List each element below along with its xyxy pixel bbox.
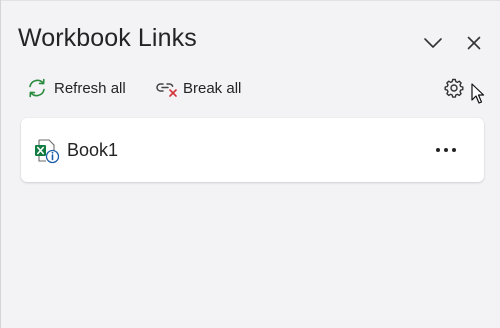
settings-button[interactable] <box>440 74 468 102</box>
workbook-link-card[interactable]: Book1 <box>21 118 484 182</box>
more-options-button[interactable] <box>429 136 463 164</box>
gear-icon <box>443 77 465 99</box>
workbook-link-name: Book1 <box>67 140 119 160</box>
break-link-icon <box>155 78 179 98</box>
refresh-icon <box>26 77 48 99</box>
pane-left-border <box>0 0 1 328</box>
close-icon <box>467 36 481 50</box>
chevron-down-icon <box>423 37 443 49</box>
pane-title: Workbook Links <box>18 24 197 52</box>
mouse-cursor <box>471 83 485 105</box>
refresh-all-label: Refresh all <box>54 79 126 97</box>
break-all-button[interactable]: Break all <box>155 74 241 102</box>
break-all-label: Break all <box>183 79 242 97</box>
refresh-all-button[interactable]: Refresh all <box>26 74 126 102</box>
pane-top-border <box>0 0 500 1</box>
more-options-icon <box>435 147 457 153</box>
close-pane-button[interactable] <box>461 30 487 56</box>
excel-file-info-icon <box>34 138 60 164</box>
collapse-pane-button[interactable] <box>420 30 446 56</box>
